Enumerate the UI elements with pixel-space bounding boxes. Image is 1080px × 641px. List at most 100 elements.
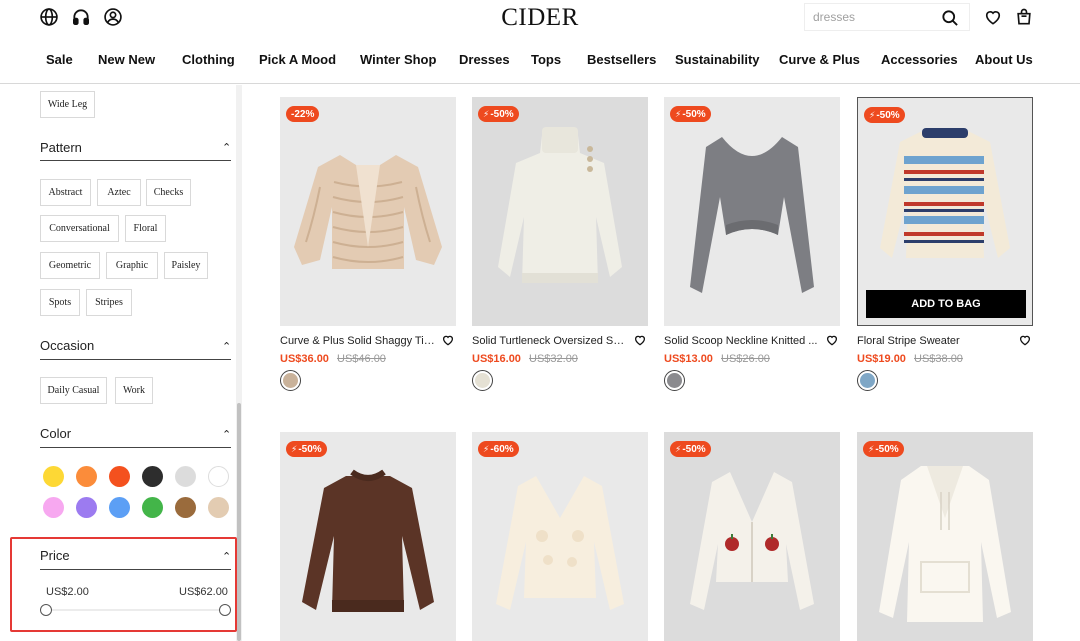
wishlist-heart-icon[interactable] <box>982 6 1004 28</box>
discount-badge: -22% <box>286 106 320 122</box>
occasion-chip-work[interactable]: Work <box>115 377 153 404</box>
occasion-chip-daily-casual[interactable]: Daily Casual <box>40 377 107 404</box>
flash-sale-badge: ⚡ -50% <box>286 441 327 457</box>
nav-item-sustainability[interactable]: Sustainability <box>675 52 760 67</box>
nav-item-about-us[interactable]: About Us <box>975 52 1033 67</box>
nav-item-pick-a-mood[interactable]: Pick A Mood <box>259 52 336 67</box>
header-right-icons <box>982 6 1035 28</box>
color-swatch-option[interactable] <box>109 466 130 487</box>
shopping-bag-icon[interactable] <box>1013 6 1035 28</box>
pattern-chip-checks[interactable]: Checks <box>146 179 191 206</box>
nav-item-tops[interactable]: Tops <box>531 52 561 67</box>
lightning-icon: ⚡ <box>483 108 490 119</box>
pattern-chip-graphic[interactable]: Graphic <box>106 252 158 279</box>
color-section-title[interactable]: Color <box>40 426 71 441</box>
color-swatch-option[interactable] <box>142 466 163 487</box>
section-divider <box>40 569 231 570</box>
sale-price: US$13.00 <box>664 353 713 365</box>
pattern-chip-aztec[interactable]: Aztec <box>97 179 141 206</box>
color-swatch[interactable] <box>664 370 685 391</box>
nav-item-dresses[interactable]: Dresses <box>459 52 510 67</box>
sale-price: US$16.00 <box>472 353 521 365</box>
color-swatch[interactable] <box>857 370 878 391</box>
pattern-chip-stripes[interactable]: Stripes <box>86 289 132 316</box>
search-input[interactable] <box>805 10 935 24</box>
search-icon[interactable] <box>939 7 961 29</box>
sale-price: US$19.00 <box>857 353 906 365</box>
product-name[interactable]: Solid Turtleneck Oversized Sw... <box>472 335 627 347</box>
product-name[interactable]: Floral Stripe Sweater <box>857 335 1012 347</box>
chevron-up-icon[interactable]: ⌃ <box>222 141 231 154</box>
site-header: CIDER Sale New New Clothing Pick A Mood … <box>0 0 1080 84</box>
color-swatch-option[interactable] <box>175 497 196 518</box>
heart-icon[interactable] <box>1018 333 1032 347</box>
pattern-chip-geometric[interactable]: Geometric <box>40 252 100 279</box>
nav-item-new[interactable]: New New <box>98 52 155 67</box>
color-swatch[interactable] <box>280 370 301 391</box>
product-image[interactable]: ⚡ -50% <box>857 432 1033 641</box>
heart-icon[interactable] <box>825 333 839 347</box>
chevron-up-icon[interactable]: ⌃ <box>222 550 231 563</box>
nav-item-accessories[interactable]: Accessories <box>881 52 958 67</box>
flash-sale-badge: ⚡ -50% <box>864 107 905 123</box>
product-name[interactable]: Curve & Plus Solid Shaggy Tie... <box>280 335 435 347</box>
lightning-icon: ⚡ <box>483 443 490 454</box>
heart-icon[interactable] <box>441 333 455 347</box>
nav-item-curve-plus[interactable]: Curve & Plus <box>779 52 860 67</box>
add-to-bag-button[interactable]: ADD TO BAG <box>866 290 1026 318</box>
color-swatch-option[interactable] <box>142 497 163 518</box>
color-swatch[interactable] <box>472 370 493 391</box>
product-image[interactable]: ⚡ -50% <box>280 432 456 641</box>
price-slider-max-handle[interactable] <box>219 604 231 616</box>
product-image[interactable]: ⚡ -60% <box>472 432 648 641</box>
color-swatch-option[interactable] <box>43 466 64 487</box>
product-image[interactable]: ⚡ -50% <box>664 432 840 641</box>
heart-icon[interactable] <box>633 333 647 347</box>
pattern-chip-floral[interactable]: Floral <box>125 215 166 242</box>
original-price: US$38.00 <box>914 353 963 365</box>
product-name[interactable]: Solid Scoop Neckline Knitted ... <box>664 335 819 347</box>
chevron-up-icon[interactable]: ⌃ <box>222 428 231 441</box>
product-image[interactable]: ⚡ -50% ADD TO BAG <box>857 97 1033 326</box>
flash-sale-badge: ⚡ -60% <box>478 441 519 457</box>
color-swatch-option[interactable] <box>208 466 229 487</box>
section-divider <box>40 447 231 448</box>
color-swatch-option[interactable] <box>208 497 229 518</box>
lightning-icon: ⚡ <box>291 443 298 454</box>
price-slider-track[interactable] <box>46 609 226 611</box>
pattern-chip-paisley[interactable]: Paisley <box>164 252 208 279</box>
main-nav: Sale New New Clothing Pick A Mood Winter… <box>0 52 1080 72</box>
filter-chip-wide-leg[interactable]: Wide Leg <box>40 91 95 118</box>
search-bar[interactable] <box>804 3 970 31</box>
nav-item-winter-shop[interactable]: Winter Shop <box>360 52 436 67</box>
price-slider-min-handle[interactable] <box>40 604 52 616</box>
nav-item-bestsellers[interactable]: Bestsellers <box>587 52 656 67</box>
sidebar-scrollbar-thumb[interactable] <box>237 403 241 641</box>
product-image[interactable]: -22% <box>280 97 456 326</box>
occasion-section-title[interactable]: Occasion <box>40 338 94 353</box>
color-swatch-option[interactable] <box>175 466 196 487</box>
nav-item-clothing[interactable]: Clothing <box>182 52 235 67</box>
color-swatch-option[interactable] <box>43 497 64 518</box>
product-image[interactable]: ⚡ -50% <box>472 97 648 326</box>
section-divider <box>40 359 231 360</box>
chevron-up-icon[interactable]: ⌃ <box>222 340 231 353</box>
flash-sale-badge: ⚡ -50% <box>863 441 904 457</box>
pattern-chip-conversational[interactable]: Conversational <box>40 215 119 242</box>
lightning-icon: ⚡ <box>675 443 682 454</box>
lightning-icon: ⚡ <box>868 443 875 454</box>
color-swatch-option[interactable] <box>76 466 97 487</box>
original-price: US$46.00 <box>337 353 386 365</box>
section-divider <box>40 160 231 161</box>
price-section-title[interactable]: Price <box>40 548 70 563</box>
color-swatch-option[interactable] <box>109 497 130 518</box>
pattern-chip-abstract[interactable]: Abstract <box>40 179 91 206</box>
nav-item-sale[interactable]: Sale <box>46 52 73 67</box>
pattern-section-title[interactable]: Pattern <box>40 140 82 155</box>
pattern-chip-spots[interactable]: Spots <box>40 289 80 316</box>
lightning-icon: ⚡ <box>675 108 682 119</box>
product-image[interactable]: ⚡ -50% <box>664 97 840 326</box>
price-max-label: US$62.00 <box>179 586 228 598</box>
lightning-icon: ⚡ <box>869 109 876 120</box>
color-swatch-option[interactable] <box>76 497 97 518</box>
